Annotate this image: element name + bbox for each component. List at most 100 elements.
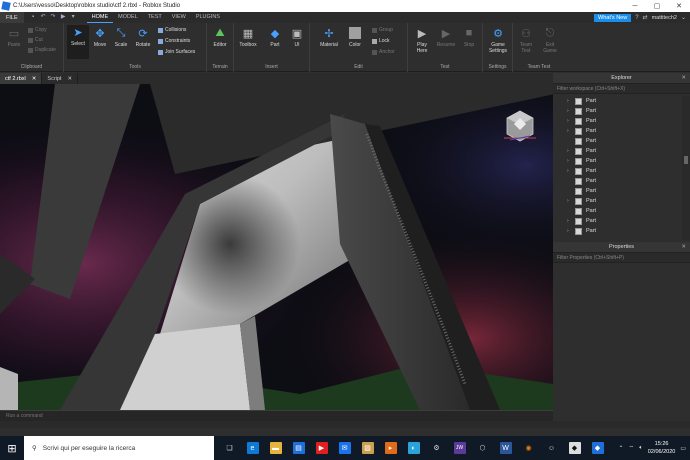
- command-input[interactable]: [0, 411, 553, 421]
- share-icon[interactable]: ⇄: [643, 14, 648, 21]
- mail-icon[interactable]: ✉: [333, 436, 356, 460]
- rotate-button[interactable]: ⟳ Rotate: [132, 26, 154, 49]
- save-icon[interactable]: ▪: [30, 14, 37, 21]
- ui-button[interactable]: ▣ UI: [286, 26, 308, 49]
- close-icon[interactable]: ✕: [67, 76, 72, 82]
- chevron-right-icon[interactable]: ›: [567, 228, 575, 234]
- tab-home[interactable]: HOME: [86, 12, 114, 23]
- part-button[interactable]: ◆ Part: [264, 26, 286, 49]
- explorer-item[interactable]: › Part: [553, 216, 682, 226]
- store-icon[interactable]: ▤: [287, 436, 310, 460]
- chevron-right-icon[interactable]: ›: [567, 158, 575, 164]
- anchor-button[interactable]: Anchor: [372, 49, 395, 55]
- tab-model[interactable]: MODEL: [113, 12, 143, 23]
- explorer-item[interactable]: › Part: [553, 226, 682, 236]
- close-icon[interactable]: ✕: [32, 76, 37, 82]
- close-icon[interactable]: ✕: [681, 244, 686, 250]
- settings-app-icon[interactable]: ⚙: [425, 436, 448, 460]
- cube-app-icon[interactable]: ⬡: [471, 436, 494, 460]
- explorer-item[interactable]: Part: [553, 206, 682, 216]
- material-button[interactable]: ✢ Material: [316, 26, 342, 49]
- task-view-icon[interactable]: ❏: [218, 436, 241, 460]
- maximize-icon[interactable]: ▢: [646, 0, 668, 12]
- tab-view[interactable]: VIEW: [167, 12, 191, 23]
- minimize-icon[interactable]: ─: [624, 0, 646, 12]
- youtube-icon[interactable]: ▶: [310, 436, 333, 460]
- chevron-down-icon[interactable]: ⌄: [681, 14, 686, 21]
- volume-icon[interactable]: 🔈︎: [639, 445, 643, 452]
- quick-play-icon[interactable]: ▶: [60, 14, 67, 21]
- doc-tab-place[interactable]: ctf 2.rbxl ✕: [0, 73, 43, 84]
- notifications-icon[interactable]: ▭: [680, 445, 686, 452]
- windows-start-icon[interactable]: ⊞: [0, 436, 24, 460]
- move-button[interactable]: ✥ Move: [89, 26, 111, 49]
- chevron-right-icon[interactable]: ›: [567, 198, 575, 204]
- user-name[interactable]: mattitech2: [652, 15, 677, 21]
- explorer-item[interactable]: › Part: [553, 166, 682, 176]
- close-icon[interactable]: ✕: [668, 0, 690, 12]
- explorer-filter-input[interactable]: Filter workspace (Ctrl+Shift+X): [553, 84, 690, 94]
- collisions-toggle[interactable]: Collisions: [158, 27, 186, 33]
- chevron-right-icon[interactable]: ›: [567, 148, 575, 154]
- roblox-player-icon[interactable]: ◆: [563, 436, 586, 460]
- explorer-item[interactable]: › Part: [553, 126, 682, 136]
- terrain-editor-button[interactable]: ⛰ Editor: [209, 26, 231, 49]
- word-icon[interactable]: W: [494, 436, 517, 460]
- paste-button[interactable]: ▭ Paste: [3, 26, 25, 49]
- browser-icon[interactable]: ◐: [402, 436, 425, 460]
- explorer-item[interactable]: › Part: [553, 96, 682, 106]
- taskbar-search[interactable]: ⚲ Scrivi qui per eseguire la ricerca: [24, 436, 214, 460]
- game-settings-button[interactable]: ⚙ Game Settings: [487, 26, 509, 55]
- network-icon[interactable]: ⌔: [629, 444, 635, 452]
- chevron-right-icon[interactable]: ›: [567, 108, 575, 114]
- chevron-right-icon[interactable]: ›: [567, 118, 575, 124]
- explorer-item[interactable]: › Part: [553, 106, 682, 116]
- doc-tab-script[interactable]: Script ✕: [42, 73, 79, 84]
- explorer-item[interactable]: Part: [553, 186, 682, 196]
- color-button[interactable]: Color: [344, 26, 366, 48]
- resume-button[interactable]: ▶ Resume: [435, 26, 457, 49]
- chevron-right-icon[interactable]: ›: [567, 168, 575, 174]
- explorer-scrollbar[interactable]: [682, 96, 690, 240]
- chevron-up-icon[interactable]: ⌃: [619, 445, 624, 452]
- explorer-item[interactable]: › Part: [553, 146, 682, 156]
- photos-icon[interactable]: ▨: [356, 436, 379, 460]
- exit-game-button[interactable]: ⎋ Exit Game: [539, 26, 561, 55]
- whats-new-button[interactable]: What's New: [594, 13, 632, 22]
- explorer-item[interactable]: › Part: [553, 196, 682, 206]
- team-test-button[interactable]: ⚇ Team Test: [515, 26, 537, 55]
- stop-button[interactable]: ■ Stop: [458, 26, 480, 48]
- constraints-toggle[interactable]: Constraints: [158, 38, 190, 44]
- toolbox-button[interactable]: ▦ Toolbox: [237, 26, 259, 49]
- media-player-icon[interactable]: ▸: [379, 436, 402, 460]
- chevron-right-icon[interactable]: ›: [567, 98, 575, 104]
- cut-button[interactable]: Cut: [28, 37, 43, 43]
- scrollbar-thumb[interactable]: [684, 156, 688, 164]
- explorer-item[interactable]: Part: [553, 136, 682, 146]
- blender-icon[interactable]: ◉: [517, 436, 540, 460]
- user-app-icon[interactable]: ☺: [540, 436, 563, 460]
- scale-button[interactable]: ⤡ Scale: [110, 26, 132, 49]
- jw-app-icon[interactable]: JW: [448, 436, 471, 460]
- explorer-item[interactable]: › Part: [553, 116, 682, 126]
- customize-icon[interactable]: ▾: [70, 14, 77, 21]
- explorer-item[interactable]: › Part: [553, 156, 682, 166]
- tab-test[interactable]: TEST: [143, 12, 167, 23]
- join-surfaces-toggle[interactable]: Join Surfaces: [158, 49, 195, 55]
- file-menu[interactable]: FILE: [0, 12, 24, 23]
- duplicate-button[interactable]: Duplicate: [28, 47, 56, 53]
- lock-button[interactable]: Lock: [372, 38, 390, 44]
- roblox-studio-taskbar-icon[interactable]: ◆: [586, 436, 609, 460]
- close-icon[interactable]: ✕: [681, 75, 686, 81]
- file-explorer-icon[interactable]: ▬: [264, 436, 287, 460]
- copy-button[interactable]: Copy: [28, 27, 47, 33]
- select-button[interactable]: ➤ Select: [67, 25, 89, 59]
- redo-icon[interactable]: ↷: [50, 14, 57, 21]
- group-button[interactable]: Group: [372, 27, 393, 33]
- taskbar-clock[interactable]: 15:26 02/06/2020: [648, 440, 676, 456]
- chevron-right-icon[interactable]: ›: [567, 128, 575, 134]
- play-here-button[interactable]: ▶ Play Here: [411, 26, 433, 55]
- help-icon[interactable]: ?: [635, 15, 638, 21]
- edge-icon[interactable]: e: [241, 436, 264, 460]
- undo-icon[interactable]: ↶: [40, 14, 47, 21]
